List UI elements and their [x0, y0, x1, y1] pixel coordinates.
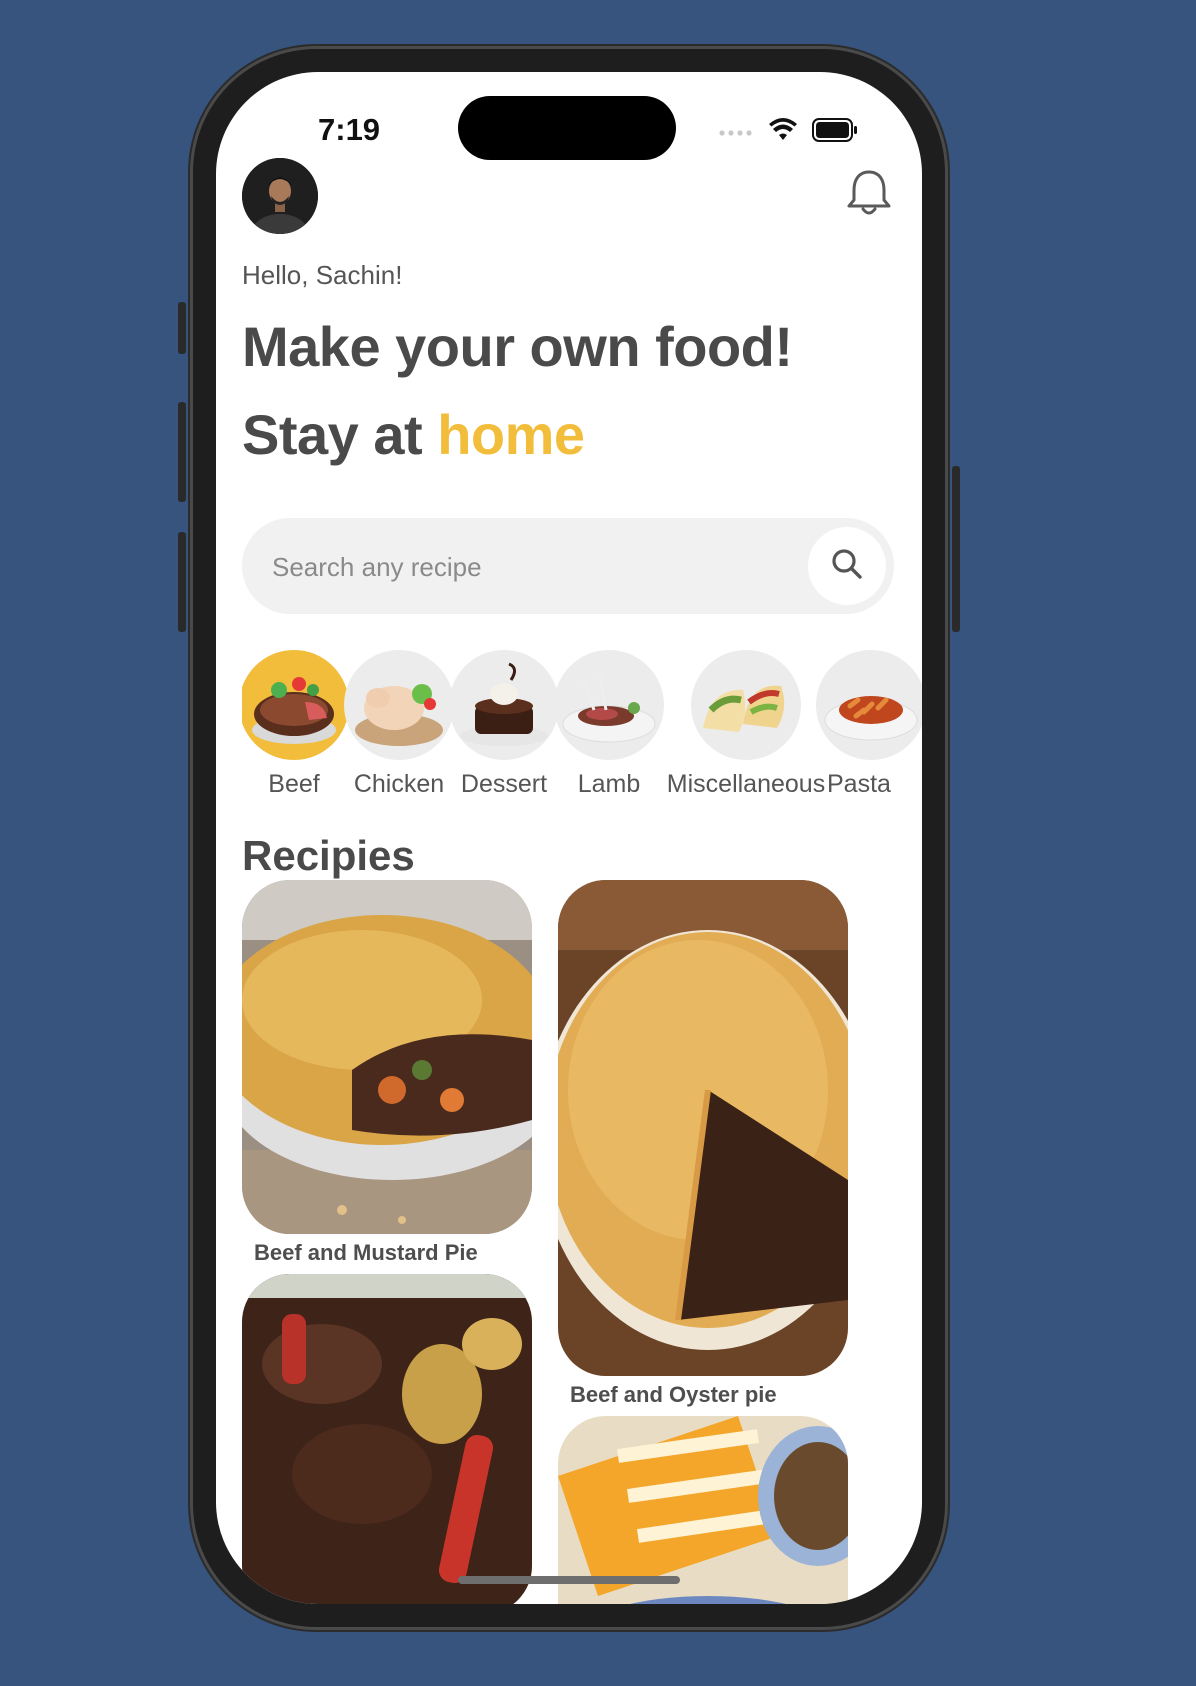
volume-up-button: [178, 402, 186, 502]
category-list: Beef Chicken Dessert Lamb Miscellaneous …: [242, 650, 922, 810]
category-label: Lamb: [577, 770, 641, 798]
headline-accent: home: [437, 403, 585, 466]
app-screen: 7:19 Hello, Sachin! Make your own food! …: [216, 72, 922, 1604]
volume-down-button: [178, 532, 186, 632]
headline-title: Make your own food!: [242, 315, 793, 378]
category-miscellaneous-image: [691, 650, 801, 760]
silent-switch: [178, 302, 186, 354]
power-button: [952, 466, 960, 632]
user-avatar[interactable]: [242, 158, 318, 234]
cellular-signal-icon: [718, 124, 754, 142]
wifi-icon: [768, 118, 798, 147]
status-time: 7:19: [318, 112, 381, 147]
search-button[interactable]: [808, 527, 886, 605]
search-icon: [830, 547, 864, 586]
recipes-section-title: Recipies: [242, 832, 415, 879]
search-input[interactable]: [270, 518, 814, 616]
recipe-title: Beef and Oyster pie: [570, 1382, 777, 1407]
headline-subtitle: Stay at home: [242, 402, 585, 467]
greeting-text: Hello, Sachin!: [242, 260, 403, 290]
headline-prefix: Stay at: [242, 403, 438, 466]
home-indicator[interactable]: [458, 1576, 680, 1584]
status-icons: [718, 118, 858, 147]
category-pasta[interactable]: Pasta: [801, 650, 922, 799]
recipe-card[interactable]: Beef and Mustard Pie: [242, 880, 532, 1266]
recipe-card[interactable]: Beef and Oyster pie: [558, 880, 848, 1408]
category-lamb[interactable]: Lamb: [539, 650, 679, 799]
dynamic-island: [458, 96, 676, 160]
phone-frame: 7:19 Hello, Sachin! Make your own food! …: [178, 46, 960, 1630]
category-label: Pasta: [827, 770, 891, 798]
battery-icon: [812, 118, 858, 147]
recipe-title: Beef and Mustard Pie: [254, 1240, 478, 1265]
recipe-image: [242, 880, 532, 1234]
notification-bell-icon[interactable]: [846, 168, 892, 223]
category-pasta-image: [816, 650, 922, 760]
recipe-image: [558, 880, 848, 1376]
search-bar: [242, 518, 894, 616]
recipe-card[interactable]: [242, 1274, 532, 1604]
recipe-image: [242, 1274, 532, 1604]
category-lamb-image: [554, 650, 664, 760]
